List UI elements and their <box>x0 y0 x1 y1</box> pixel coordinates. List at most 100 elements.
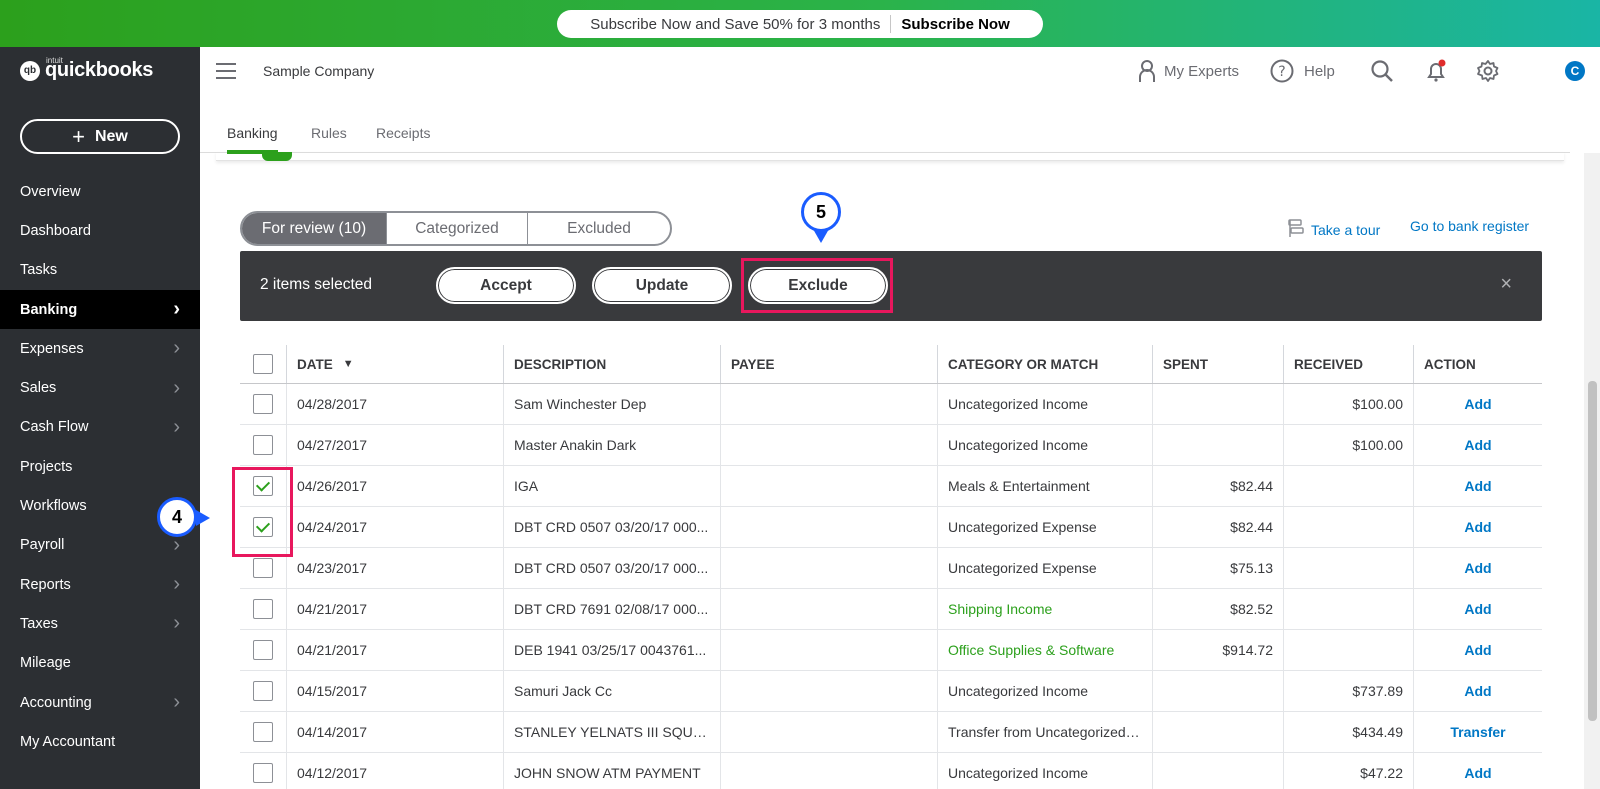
add-action-link[interactable]: Add <box>1464 519 1491 535</box>
help-button[interactable]: ? Help <box>1270 59 1335 83</box>
add-action-link[interactable]: Add <box>1464 765 1491 781</box>
table-row[interactable]: 04/28/2017 Sam Winchester Dep Uncategorize… <box>240 384 1542 425</box>
new-button[interactable]: + New <box>20 119 180 154</box>
sidebar-item-banking[interactable]: Banking › <box>0 289 200 330</box>
subscribe-now-link[interactable]: Subscribe Now <box>901 16 1009 33</box>
add-action-link[interactable]: Add <box>1464 396 1491 412</box>
sidebar-item-reports[interactable]: Reports › <box>0 565 200 604</box>
close-icon[interactable]: × <box>1500 273 1512 296</box>
go-to-bank-register-link[interactable]: Go to bank register <box>1410 218 1529 234</box>
sidebar-item-overview[interactable]: Overview <box>0 172 200 211</box>
user-avatar[interactable]: C <box>1565 61 1585 81</box>
row-checkbox[interactable] <box>253 394 273 414</box>
add-action-link[interactable]: Add <box>1464 683 1491 699</box>
select-all-checkbox[interactable] <box>253 354 273 374</box>
description-cell: Samuri Jack Cc <box>504 671 721 711</box>
sidebar-item-projects[interactable]: Projects <box>0 447 200 486</box>
hamburger-menu-icon[interactable] <box>216 63 236 79</box>
search-icon <box>1370 59 1394 83</box>
sidebar-item-my-accountant[interactable]: My Accountant <box>0 722 200 761</box>
table-row[interactable]: 04/15/2017 Samuri Jack Cc Uncategorized In… <box>240 671 1542 712</box>
table-row[interactable]: 04/14/2017 STANLEY YELNATS III SQUAR... Tr… <box>240 712 1542 753</box>
tab-banking[interactable]: Banking <box>227 125 278 154</box>
payee-cell[interactable] <box>721 671 938 711</box>
table-row[interactable]: 04/21/2017 DEB 1941 03/25/17 0043761... Of… <box>240 630 1542 671</box>
payee-cell[interactable] <box>721 589 938 629</box>
accept-button[interactable]: Accept <box>436 267 576 304</box>
received-column-header[interactable]: RECEIVED <box>1284 345 1414 383</box>
category-cell[interactable]: Meals & Entertainment <box>938 466 1153 506</box>
tab-for-review[interactable]: For review (10) <box>242 213 387 244</box>
sidebar-item-mileage[interactable]: Mileage <box>0 644 200 683</box>
sidebar-item-expenses[interactable]: Expenses › <box>0 329 200 368</box>
date-column-header[interactable]: DATE ▼ <box>287 345 504 383</box>
category-cell[interactable]: Office Supplies & Software <box>938 630 1153 670</box>
add-action-link[interactable]: Add <box>1464 642 1491 658</box>
table-row[interactable]: 04/12/2017 JOHN SNOW ATM PAYMENT Uncategor… <box>240 753 1542 789</box>
my-experts-button[interactable]: My Experts <box>1135 59 1239 83</box>
payee-cell[interactable] <box>721 425 938 465</box>
category-cell[interactable]: Uncategorized Income <box>938 671 1153 711</box>
company-name: Sample Company <box>263 63 375 79</box>
sidebar-item-cash-flow[interactable]: Cash Flow › <box>0 408 200 447</box>
sidebar-item-tasks[interactable]: Tasks <box>0 251 200 290</box>
add-action-link[interactable]: Add <box>1464 560 1491 576</box>
add-action-link[interactable]: Add <box>1464 601 1491 617</box>
tab-receipts[interactable]: Receipts <box>376 125 430 150</box>
description-column-header[interactable]: DESCRIPTION <box>504 345 721 383</box>
settings-button[interactable] <box>1476 59 1500 83</box>
sidebar-nav: Overview Dashboard Tasks Banking › Expenses › S… <box>0 172 200 761</box>
row-checkbox[interactable] <box>253 435 273 455</box>
payee-cell[interactable] <box>721 630 938 670</box>
tab-categorized[interactable]: Categorized <box>387 213 528 244</box>
tab-rules[interactable]: Rules <box>311 125 347 150</box>
sidebar-item-sales[interactable]: Sales › <box>0 368 200 407</box>
category-column-header[interactable]: CATEGORY OR MATCH <box>938 345 1153 383</box>
category-cell[interactable]: Transfer from Uncategorized Ass <box>938 712 1153 752</box>
category-cell[interactable]: Uncategorized Income <box>938 753 1153 789</box>
payee-cell[interactable] <box>721 507 938 547</box>
row-select-cell <box>240 425 287 465</box>
take-a-tour-link[interactable]: Take a tour <box>1287 218 1380 241</box>
table-row[interactable]: 04/21/2017 DBT CRD 7691 02/08/17 000... Sh… <box>240 589 1542 630</box>
row-checkbox[interactable] <box>253 599 273 619</box>
sidebar-item-dashboard[interactable]: Dashboard <box>0 211 200 250</box>
payee-column-header[interactable]: PAYEE <box>721 345 938 383</box>
row-checkbox[interactable] <box>253 558 273 578</box>
payee-cell[interactable] <box>721 384 938 424</box>
received-cell <box>1284 630 1414 670</box>
category-cell[interactable]: Uncategorized Expense <box>938 548 1153 588</box>
row-checkbox[interactable] <box>253 640 273 660</box>
promo-pill[interactable]: Subscribe Now and Save 50% for 3 months … <box>557 10 1043 38</box>
sidebar-item-accounting[interactable]: Accounting › <box>0 683 200 722</box>
add-action-link[interactable]: Add <box>1464 478 1491 494</box>
search-button[interactable] <box>1370 59 1394 83</box>
add-action-link[interactable]: Add <box>1464 437 1491 453</box>
category-cell[interactable]: Uncategorized Expense <box>938 507 1153 547</box>
scrollbar-thumb[interactable] <box>1588 381 1597 721</box>
update-button[interactable]: Update <box>592 267 732 304</box>
category-cell[interactable]: Uncategorized Income <box>938 384 1153 424</box>
row-checkbox[interactable] <box>253 722 273 742</box>
page-scrollbar[interactable] <box>1584 153 1600 789</box>
row-checkbox[interactable] <box>253 681 273 701</box>
table-row[interactable]: 04/27/2017 Master Anakin Dark Uncategorize… <box>240 425 1542 466</box>
quickbooks-logo[interactable]: qb intuit quickbooks <box>20 56 153 82</box>
table-row[interactable]: 04/26/2017 IGA Meals & Entertainment $82.44… <box>240 466 1542 507</box>
payee-cell[interactable] <box>721 712 938 752</box>
spent-column-header[interactable]: SPENT <box>1153 345 1284 383</box>
payee-cell[interactable] <box>721 753 938 789</box>
transfer-action-link[interactable]: Transfer <box>1450 724 1505 740</box>
category-cell[interactable]: Shipping Income <box>938 589 1153 629</box>
table-row[interactable]: 04/23/2017 DBT CRD 0507 03/20/17 000... Un… <box>240 548 1542 589</box>
row-select-cell <box>240 753 287 789</box>
payee-cell[interactable] <box>721 548 938 588</box>
chevron-right-icon: › <box>173 415 180 438</box>
row-checkbox[interactable] <box>253 763 273 783</box>
sidebar-item-taxes[interactable]: Taxes › <box>0 604 200 643</box>
tab-excluded[interactable]: Excluded <box>528 213 670 244</box>
payee-cell[interactable] <box>721 466 938 506</box>
notifications-button[interactable] <box>1424 59 1448 83</box>
table-row[interactable]: 04/24/2017 DBT CRD 0507 03/20/17 000... Un… <box>240 507 1542 548</box>
category-cell[interactable]: Uncategorized Income <box>938 425 1153 465</box>
